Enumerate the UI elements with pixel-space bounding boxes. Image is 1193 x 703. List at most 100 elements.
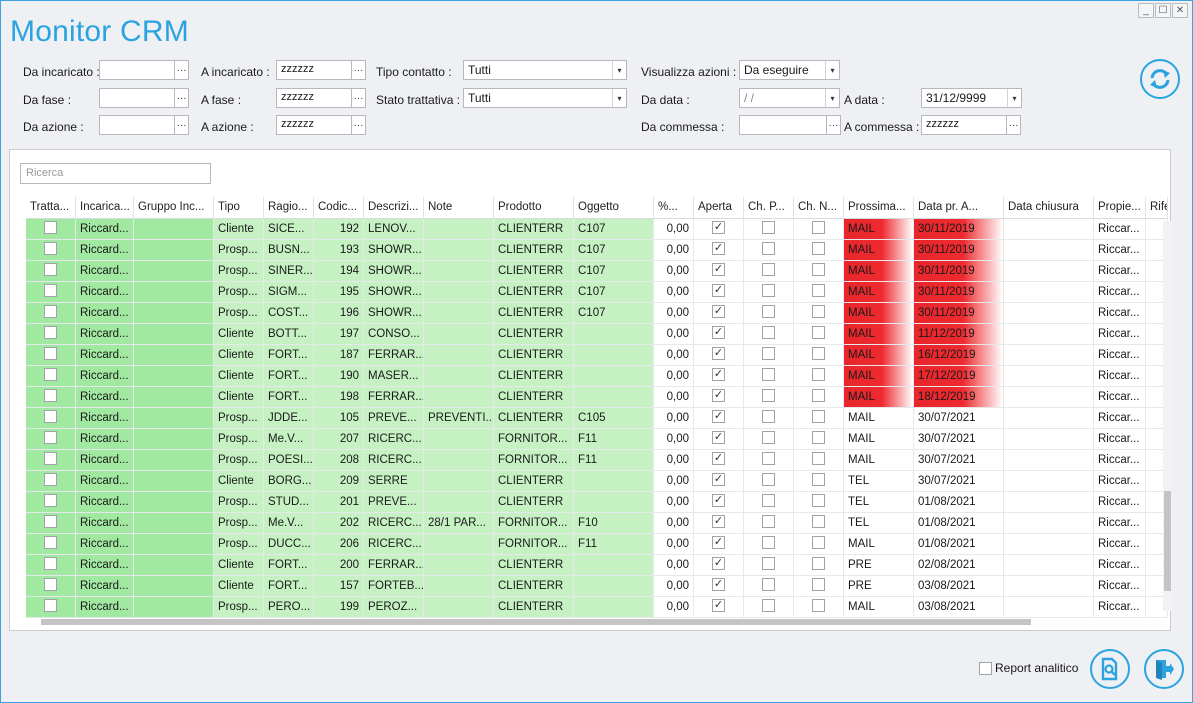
checkbox-box[interactable]: [812, 473, 825, 486]
column-header[interactable]: Propie...: [1094, 197, 1146, 219]
maximize-button[interactable]: ☐: [1155, 3, 1171, 18]
checkmark-icon[interactable]: ✓: [712, 305, 725, 318]
checkbox-box[interactable]: [44, 557, 57, 570]
column-header[interactable]: Note: [424, 197, 494, 219]
checkbox-box[interactable]: [812, 221, 825, 234]
checkmark-icon[interactable]: ✓: [712, 326, 725, 339]
checkmark-icon[interactable]: ✓: [712, 284, 725, 297]
checkbox-box[interactable]: [812, 431, 825, 444]
table-row[interactable]: Riccard... Prosp... DUCC... 206 RICERC... FOR…: [26, 534, 1168, 555]
a-commessa-lookup-button[interactable]: ···: [1006, 115, 1021, 135]
checkbox-box[interactable]: [44, 452, 57, 465]
column-header[interactable]: %...: [654, 197, 694, 219]
checkbox-box[interactable]: [812, 599, 825, 612]
checkbox-box[interactable]: [812, 263, 825, 276]
checkbox-box[interactable]: [762, 221, 775, 234]
checkbox-box[interactable]: [812, 389, 825, 402]
checkbox-box[interactable]: [762, 494, 775, 507]
checkbox-box[interactable]: [812, 347, 825, 360]
table-row[interactable]: Riccard... Prosp... STUD... 201 PREVE... CLIE…: [26, 492, 1168, 513]
tipo-contatto-select[interactable]: Tutti ▾: [463, 60, 627, 80]
checkbox-box[interactable]: [812, 305, 825, 318]
table-row[interactable]: Riccard... Prosp... POESI... 208 RICERC... FO…: [26, 450, 1168, 471]
checkbox-box[interactable]: [44, 221, 57, 234]
column-header[interactable]: Ragio...: [264, 197, 314, 219]
checkbox-box[interactable]: [44, 515, 57, 528]
a-commessa-field[interactable]: zzzzzz: [921, 115, 1007, 135]
checkbox-box[interactable]: [44, 284, 57, 297]
table-row[interactable]: Riccard... Cliente SICE... 192 LENOV... CLIEN…: [26, 219, 1168, 240]
checkbox-box[interactable]: [44, 347, 57, 360]
checkbox-box[interactable]: [44, 242, 57, 255]
preview-report-button[interactable]: [1090, 649, 1130, 689]
a-fase-lookup-button[interactable]: ···: [351, 88, 366, 108]
checkmark-icon[interactable]: ✓: [712, 221, 725, 234]
column-header[interactable]: Aperta: [694, 197, 744, 219]
table-row[interactable]: Riccard... Prosp... PERO... 199 PEROZ... CLIE…: [26, 597, 1168, 618]
da-commessa-lookup-button[interactable]: ···: [826, 115, 841, 135]
checkmark-icon[interactable]: ✓: [712, 431, 725, 444]
close-button[interactable]: ✕: [1172, 3, 1188, 18]
checkmark-icon[interactable]: ✓: [712, 599, 725, 612]
table-row[interactable]: Riccard... Cliente FORT... 157 FORTEB... CLIE…: [26, 576, 1168, 597]
vertical-scroll-thumb[interactable]: [1164, 491, 1171, 591]
a-fase-field[interactable]: zzzzzz: [276, 88, 352, 108]
checkbox-box[interactable]: [762, 473, 775, 486]
checkbox-box[interactable]: [44, 305, 57, 318]
visualizza-azioni-select[interactable]: Da eseguire ▾: [739, 60, 840, 80]
table-row[interactable]: Riccard... Cliente FORT... 198 FERRAR... CLIE…: [26, 387, 1168, 408]
a-data-picker[interactable]: 31/12/9999 ▾: [921, 88, 1022, 108]
column-header[interactable]: Ch. N...: [794, 197, 844, 219]
checkbox-box[interactable]: [44, 536, 57, 549]
table-row[interactable]: Riccard... Prosp... BUSN... 193 SHOWR... CLIE…: [26, 240, 1168, 261]
checkmark-icon[interactable]: ✓: [712, 557, 725, 570]
a-azione-field[interactable]: zzzzzz: [276, 115, 352, 135]
checkbox-box[interactable]: [812, 410, 825, 423]
table-row[interactable]: Riccard... Prosp... SINER... 194 SHOWR... CLI…: [26, 261, 1168, 282]
table-row[interactable]: Riccard... Cliente FORT... 187 FERRAR... CLIE…: [26, 345, 1168, 366]
column-header[interactable]: Prodotto: [494, 197, 574, 219]
checkmark-icon[interactable]: ✓: [712, 389, 725, 402]
checkbox-box[interactable]: [812, 284, 825, 297]
checkbox-box[interactable]: [762, 515, 775, 528]
checkmark-icon[interactable]: ✓: [712, 473, 725, 486]
checkbox-box[interactable]: [762, 599, 775, 612]
column-header[interactable]: Codic...: [314, 197, 364, 219]
da-commessa-field[interactable]: [739, 115, 827, 135]
da-fase-field[interactable]: [99, 88, 175, 108]
checkbox-box[interactable]: [44, 263, 57, 276]
checkbox-box[interactable]: [812, 326, 825, 339]
table-row[interactable]: Riccard... Prosp... Me.V... 207 RICERC... FOR…: [26, 429, 1168, 450]
column-header[interactable]: Rife: [1146, 197, 1168, 219]
da-data-picker[interactable]: / / ▾: [739, 88, 840, 108]
refresh-button[interactable]: [1140, 59, 1180, 99]
horizontal-scrollbar[interactable]: [31, 617, 1165, 627]
da-azione-lookup-button[interactable]: ···: [174, 115, 189, 135]
search-input[interactable]: Ricerca: [20, 163, 211, 184]
column-header[interactable]: Descrizi...: [364, 197, 424, 219]
exit-button[interactable]: [1144, 649, 1184, 689]
column-header[interactable]: Prossima...: [844, 197, 914, 219]
checkbox-box[interactable]: [44, 389, 57, 402]
stato-trattativa-select[interactable]: Tutti ▾: [463, 88, 627, 108]
checkbox-box[interactable]: [762, 431, 775, 444]
table-row[interactable]: Riccard... Prosp... JDDE... 105 PREVE... PREV…: [26, 408, 1168, 429]
column-header[interactable]: Data chiusura: [1004, 197, 1094, 219]
table-row[interactable]: Riccard... Cliente FORT... 200 FERRAR... CLIE…: [26, 555, 1168, 576]
checkmark-icon[interactable]: ✓: [712, 515, 725, 528]
checkbox-box[interactable]: [762, 284, 775, 297]
checkmark-icon[interactable]: ✓: [712, 578, 725, 591]
table-row[interactable]: Riccard... Cliente BORG... 209 SERRE CLIENTER…: [26, 471, 1168, 492]
checkbox-box[interactable]: [812, 557, 825, 570]
minimize-button[interactable]: _: [1138, 3, 1154, 18]
checkmark-icon[interactable]: ✓: [712, 452, 725, 465]
table-row[interactable]: Riccard... Prosp... Me.V... 202 RICERC... 28/…: [26, 513, 1168, 534]
checkbox-box[interactable]: [762, 242, 775, 255]
checkmark-icon[interactable]: ✓: [712, 536, 725, 549]
checkbox-box[interactable]: [762, 452, 775, 465]
a-azione-lookup-button[interactable]: ···: [351, 115, 366, 135]
da-incaricato-field[interactable]: [99, 60, 175, 80]
checkbox-box[interactable]: [812, 452, 825, 465]
checkmark-icon[interactable]: ✓: [712, 347, 725, 360]
column-header[interactable]: Oggetto: [574, 197, 654, 219]
